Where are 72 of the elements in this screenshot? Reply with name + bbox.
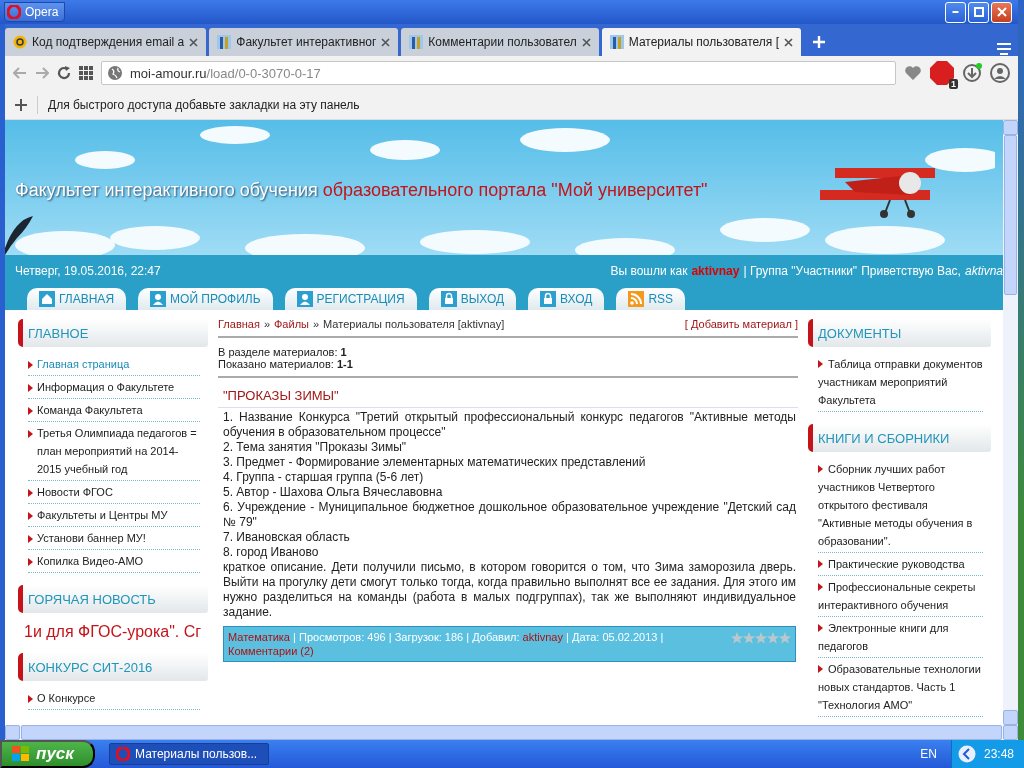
nav-tab[interactable]: РЕГИСТРАЦИЯ: [284, 288, 417, 310]
count-text: Показано материалов: 1-1: [218, 358, 354, 370]
sidebar-link[interactable]: Электронные книги для педагогов: [818, 617, 983, 658]
description-text: 3. Предмет - Формирование элементарных математических представлений: [223, 455, 647, 470]
description-text: 7. Ивановская область: [223, 530, 351, 545]
menu-link[interactable]: Информация о Факультете: [28, 376, 200, 399]
separator: |: [466, 631, 470, 643]
description-text: 8. город Иваново: [223, 545, 320, 560]
language-indicator[interactable]: EN: [920, 747, 937, 761]
breadcrumb-link[interactable]: Файлы: [274, 318, 309, 330]
downloads-count: Загрузок: 186: [394, 631, 464, 643]
group-label: | Группа "Участники": [743, 264, 858, 280]
address-field[interactable]: moi-amour.ru/load/0-0-3070-0-17: [101, 61, 896, 85]
description-text: 1. Название Конкурса "Третий открытый профессиональный конкурс педагогов "Активные методы обучения в образовательном процессе": [223, 410, 796, 440]
clock: 23:48: [983, 747, 1014, 761]
nav-tab[interactable]: МОЙ ПРОФИЛЬ: [138, 288, 273, 310]
taskbar-button[interactable]: Материалы пользов...: [109, 743, 269, 765]
menu-link[interactable]: Факультеты и Центры МУ: [28, 504, 200, 527]
count-text: В разделе материалов: 1: [218, 346, 348, 358]
description-text: 5. Автор - Шахова Ольга Вячеславовна: [223, 485, 444, 500]
add-material-link[interactable]: [ Добавить материал ]: [684, 318, 798, 330]
block-heading: КНИГИ И СБОРНИКИ: [808, 424, 991, 452]
views-count: Просмотров: 496: [299, 631, 386, 643]
date-text: Дата: 05.02.2013: [571, 631, 658, 643]
menu-link[interactable]: Новости ФГОС: [28, 481, 200, 504]
menu-link[interactable]: Команда Факультета: [28, 399, 200, 422]
menu-link[interactable]: О Конкурсе: [28, 687, 200, 710]
material-title-link[interactable]: "ПРОКАЗЫ ЗИМЫ": [218, 378, 798, 408]
block-heading: ГЛАВНОЕ: [18, 319, 208, 347]
menu-link[interactable]: Главная страница: [28, 353, 200, 376]
greeting-label: Приветствую Вас,: [861, 264, 961, 280]
description-text: 6. Учреждение - Муниципальное бюджетное дошкольное образовательное учреждение "Детский сад № 79": [223, 500, 796, 530]
browser-tab[interactable]: Комментарии пользовател: [401, 28, 599, 56]
breadcrumb-link[interactable]: Главная: [218, 318, 260, 330]
breadcrumb-separator: »: [312, 318, 320, 330]
description-text: краткое описание. Дети получили письмо, в котором говорится о том, что Зима заморозила дверь. Выйти на прогулку дети смогут только тогда, когда правильно выполнят все ее задания. Для этого им нужно разделиться на команды (работа в малых подгруппах), так же выполняют индивидуальное задание.: [223, 560, 796, 620]
browser-tab[interactable]: Материалы пользователя [: [601, 28, 801, 56]
block-heading: ДОКУМЕНТЫ: [808, 319, 991, 347]
separator: |: [293, 631, 296, 643]
description-text: 4. Группа - старшая группа (5-6 лет): [223, 470, 425, 485]
sidebar-link[interactable]: Таблица отправки документов участникам мероприятий Факультета: [818, 353, 983, 412]
url-text: moi-amour.ru/load/0-0-3070-0-17: [130, 65, 321, 81]
browser-tab[interactable]: Факультет интерактивног: [209, 28, 399, 56]
adblock-button[interactable]: 1: [930, 61, 954, 85]
breadcrumb-separator: »: [263, 318, 270, 330]
block-heading: ГОРЯЧАЯ НОВОСТЬ: [18, 585, 208, 613]
menu-link[interactable]: Копилка Видео-АМО: [28, 550, 200, 573]
description-text: 2. Тема занятия "Проказы Зимы": [223, 440, 408, 455]
nav-tab[interactable]: ВЫХОД: [428, 288, 517, 310]
menu-link[interactable]: Третья Олимпиада педагогов = план мероприятий на 2014-2015 учебный год: [28, 422, 200, 481]
nav-tab[interactable]: ВХОД: [528, 288, 605, 310]
sidebar-link[interactable]: Практические руководства: [818, 553, 983, 576]
block-heading: КОНКУРС СИТ-2016: [18, 653, 208, 681]
sidebar-link[interactable]: Профессиональные секреты интерактивного обучения: [818, 576, 983, 617]
separator: |: [388, 631, 392, 643]
breadcrumb-text: Материалы пользователя [aktivnay]: [323, 318, 505, 330]
site-title: Факультет интерактивного обучения образовательного портала "Мой университет": [15, 179, 708, 201]
date-time: Четверг, 19.05.2016, 22:47: [15, 264, 161, 280]
separator: |: [566, 631, 569, 643]
sidebar-link[interactable]: Сборник лучших работ участников Четвертого открытого фестиваля "Активные методы обучения в образовании".: [818, 458, 983, 553]
news-ticker[interactable]: 1и для ФГОС-урока". Сг: [24, 621, 202, 643]
menu-link[interactable]: Установи баннер МУ!: [28, 527, 200, 550]
count-badge: 1: [949, 79, 958, 89]
bookmarks-hint: Для быстрого доступа добавьте закладки на эту панель: [48, 97, 360, 112]
browser-tab[interactable]: Код подтверждения email a: [5, 28, 207, 56]
username-text: aktivna: [964, 264, 1003, 280]
opera-menu-button[interactable]: Opera: [4, 2, 66, 22]
sidebar-link[interactable]: Образовательные технологии новых стандартов. Часть 1 "Технология АМО": [818, 658, 983, 717]
login-label: Вы вошли как: [610, 264, 688, 280]
added-by-label: Добавил:: [472, 631, 520, 643]
nav-tab[interactable]: RSS: [616, 288, 686, 310]
separator: |: [660, 631, 664, 643]
